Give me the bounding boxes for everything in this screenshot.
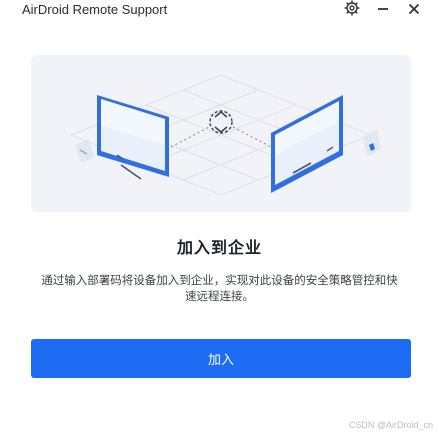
watermark: CSDN @AirDroid_cn [348,420,433,430]
page-description: 通过输入部署码将设备加入到企业，实现对此设备的安全策略管控和快速远程连接。 [41,273,398,303]
close-icon [407,1,421,20]
join-button[interactable]: 加入 [31,339,411,378]
app-window: AirDroid Remote Support 加入到企业 通过输入部署码将设备… [0,0,439,436]
left-device-icon [97,95,169,180]
gear-icon [344,0,360,20]
page-title: 加入到企业 [176,238,262,257]
title-bar: AirDroid Remote Support [0,0,439,20]
settings-button[interactable] [341,0,363,20]
close-button[interactable] [403,0,425,20]
left-arrow-badge-icon [75,139,95,163]
devices-connection-illustration [69,74,381,196]
enterprise-illustration [31,55,411,212]
minimize-icon [376,1,390,20]
app-title: AirDroid Remote Support [22,2,168,17]
connection-hub-icon [209,110,233,134]
minimize-button[interactable] [372,0,394,20]
